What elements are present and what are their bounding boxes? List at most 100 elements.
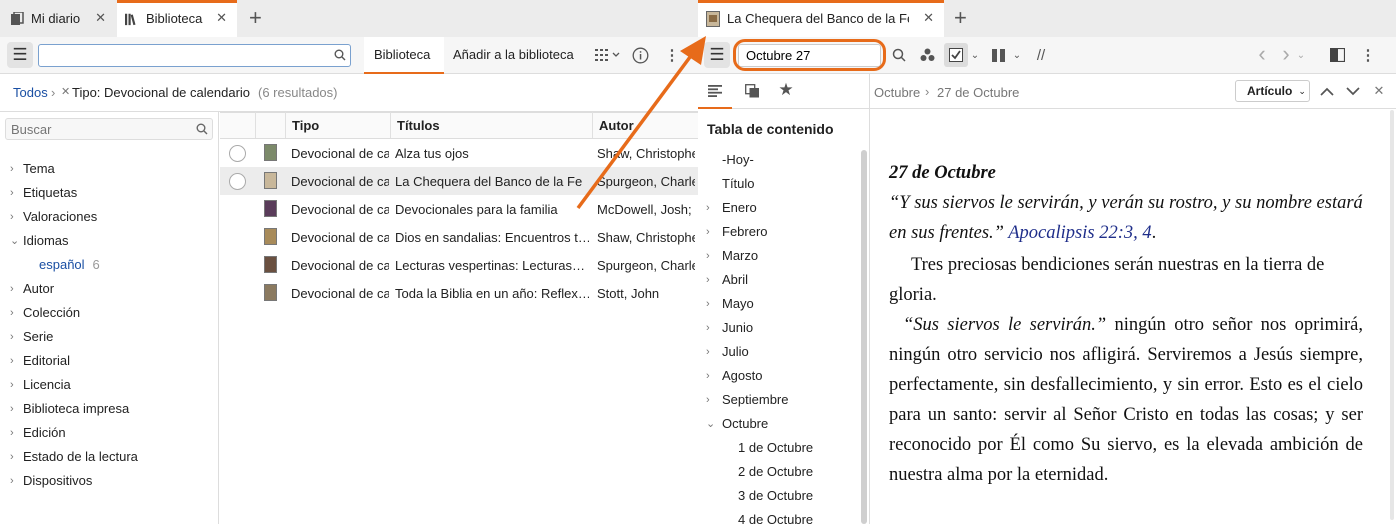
sidebar-item[interactable]: › Estado de la lectura bbox=[10, 449, 138, 464]
toc-item[interactable]: › Junio bbox=[706, 320, 753, 335]
close-icon[interactable]: ✕ bbox=[216, 10, 227, 26]
close-icon[interactable]: ✕ bbox=[923, 10, 934, 26]
sidebar-item[interactable]: › Tema bbox=[10, 161, 55, 176]
sidebar-item[interactable]: › Valoraciones bbox=[10, 209, 97, 224]
cell-tipo: Devocional de ca bbox=[291, 230, 389, 245]
column-header-cover[interactable] bbox=[256, 112, 286, 138]
toc-subitem-label: 1 de Octubre bbox=[738, 440, 814, 455]
search-icon[interactable] bbox=[890, 46, 908, 64]
search-icon[interactable] bbox=[332, 47, 348, 63]
sidebar-item[interactable]: › Colección bbox=[10, 305, 80, 320]
sidebar-item-label: Valoraciones bbox=[23, 209, 98, 224]
column-header-check[interactable] bbox=[220, 112, 256, 138]
link-sets-icon[interactable]: // bbox=[1032, 46, 1050, 64]
toc-subitem[interactable]: 4 de Octubre bbox=[738, 512, 813, 524]
back-icon[interactable]: ‹ bbox=[1254, 41, 1270, 66]
chevron-right-icon: › bbox=[10, 426, 14, 439]
column-header-tipo[interactable]: Tipo bbox=[286, 112, 391, 138]
search-icon[interactable] bbox=[194, 121, 210, 137]
menu-icon[interactable]: ☰ bbox=[7, 42, 33, 68]
sidebar-subitem[interactable]: español 6 bbox=[39, 257, 100, 272]
more-options-icon[interactable]: ⋮ bbox=[1361, 46, 1376, 64]
sidebar-subitem-label: español bbox=[39, 257, 85, 272]
sidebar-item[interactable]: › Editorial bbox=[10, 353, 70, 368]
toc-title: Tabla de contenido bbox=[707, 121, 834, 137]
chevron-down-icon[interactable]: ⌄ bbox=[970, 48, 980, 62]
favorites-star-icon[interactable]: ★ bbox=[777, 80, 795, 99]
sidebar-item-label: Editorial bbox=[23, 353, 70, 368]
sidebar-item-label: Etiquetas bbox=[23, 185, 78, 200]
copy-icon[interactable] bbox=[743, 83, 761, 99]
sidebar-item[interactable]: › Biblioteca impresa bbox=[10, 401, 129, 416]
split-view-icon[interactable] bbox=[1328, 46, 1346, 64]
toc-item-label: Título bbox=[722, 176, 755, 191]
article-body: 27 de Octubre “Y sus siervos le servirán… bbox=[889, 158, 1363, 490]
tab-mi-diario[interactable]: Mi diario ✕ bbox=[0, 0, 116, 37]
sidebar-item[interactable]: › Autor bbox=[10, 281, 54, 296]
sidebar-search-input[interactable] bbox=[5, 118, 213, 140]
sidebar-item[interactable]: › Etiquetas bbox=[10, 185, 77, 200]
tab-book[interactable]: La Chequera del Banco de la Fe ✕ bbox=[698, 0, 944, 37]
column-header-titulos[interactable]: Títulos bbox=[391, 112, 593, 138]
toc-item[interactable]: › Marzo bbox=[706, 248, 758, 263]
tab-biblioteca[interactable]: Biblioteca ✕ bbox=[117, 0, 237, 37]
filter-all-link[interactable]: Todos bbox=[13, 85, 48, 100]
toc-subitem[interactable]: 3 de Octubre bbox=[738, 488, 813, 503]
breadcrumb-day[interactable]: 27 de Octubre bbox=[937, 85, 1019, 100]
article-heading: 27 de Octubre bbox=[889, 163, 996, 183]
chevron-right-icon: › bbox=[706, 273, 710, 286]
chevron-right-icon: › bbox=[10, 186, 14, 199]
chevron-right-icon: › bbox=[10, 450, 14, 463]
toc-item[interactable]: ⌄ Octubre bbox=[706, 416, 768, 431]
row-select-radio[interactable] bbox=[229, 173, 246, 190]
sidebar-item[interactable]: › Serie bbox=[10, 329, 53, 344]
article-scrollbar[interactable] bbox=[1390, 110, 1394, 520]
tab-label: Mi diario bbox=[31, 11, 81, 26]
toc-subitem[interactable]: 1 de Octubre bbox=[738, 440, 813, 455]
sidebar-item[interactable]: › Dispositivos bbox=[10, 473, 92, 488]
chevron-down-icon[interactable]: ⌄ bbox=[1012, 48, 1022, 62]
toc-item[interactable]: › Abril bbox=[706, 272, 748, 287]
cell-titulo: Devocionales para la familia bbox=[395, 202, 558, 217]
toc-item[interactable]: › Septiembre bbox=[706, 392, 788, 407]
sidebar-item-label: Edición bbox=[23, 425, 66, 440]
sidebar-item[interactable]: › Licencia bbox=[10, 377, 71, 392]
next-article-icon[interactable] bbox=[1344, 82, 1362, 100]
view-select[interactable]: Artículo ⌄ bbox=[1235, 80, 1310, 102]
breadcrumb-month[interactable]: Octubre bbox=[874, 85, 920, 100]
visual-filter-icon[interactable] bbox=[918, 46, 936, 64]
row-select-radio[interactable] bbox=[229, 145, 246, 162]
cell-titulo: La Chequera del Banco de la Fe bbox=[395, 174, 583, 189]
toc-item-label: Marzo bbox=[722, 248, 759, 263]
book-cover-icon bbox=[706, 10, 720, 27]
previous-article-icon[interactable] bbox=[1318, 82, 1336, 100]
article-paragraph-2: “Sus siervos le servirán.” ningún otro s… bbox=[889, 315, 1363, 485]
remove-filter-icon[interactable]: ✕ bbox=[61, 85, 70, 98]
sidebar-item[interactable]: ⌄ Idiomas bbox=[10, 233, 69, 248]
toc-subitem[interactable]: 2 de Octubre bbox=[738, 464, 813, 479]
chevron-down-icon[interactable]: ⌄ bbox=[1296, 48, 1306, 62]
close-icon[interactable]: ✕ bbox=[95, 10, 106, 26]
columns-icon[interactable] bbox=[990, 46, 1006, 64]
sidebar-item-label: Idiomas bbox=[23, 233, 69, 248]
toc-item-label: Enero bbox=[722, 200, 757, 215]
new-tab-icon[interactable]: + bbox=[954, 7, 967, 29]
verse-reference-link[interactable]: Apocalipsis 22:3, 4 bbox=[1008, 223, 1151, 243]
new-tab-icon[interactable]: + bbox=[249, 7, 262, 29]
close-panel-icon[interactable]: ✕ bbox=[1372, 83, 1386, 98]
toc-item[interactable]: › Febrero bbox=[706, 224, 768, 239]
sidebar-item[interactable]: › Edición bbox=[10, 425, 66, 440]
toc-subitem-label: 2 de Octubre bbox=[738, 464, 814, 479]
add-to-library-button[interactable]: Añadir a la biblioteca bbox=[453, 47, 574, 62]
library-search-input[interactable] bbox=[38, 44, 351, 67]
sidebar-item-label: Biblioteca impresa bbox=[23, 401, 130, 416]
toc-item[interactable]: › Mayo bbox=[706, 296, 754, 311]
cell-tipo: Devocional de ca bbox=[291, 174, 389, 189]
toc-item[interactable]: › Agosto bbox=[706, 368, 762, 383]
forward-icon[interactable]: › bbox=[1278, 41, 1294, 66]
toc-item-label: Abril bbox=[722, 272, 749, 287]
toc-item-label: Julio bbox=[722, 344, 749, 359]
toc-subitem-label: 4 de Octubre bbox=[738, 512, 814, 524]
toc-item[interactable]: › Julio bbox=[706, 344, 749, 359]
toc-scrollbar[interactable] bbox=[861, 150, 867, 524]
